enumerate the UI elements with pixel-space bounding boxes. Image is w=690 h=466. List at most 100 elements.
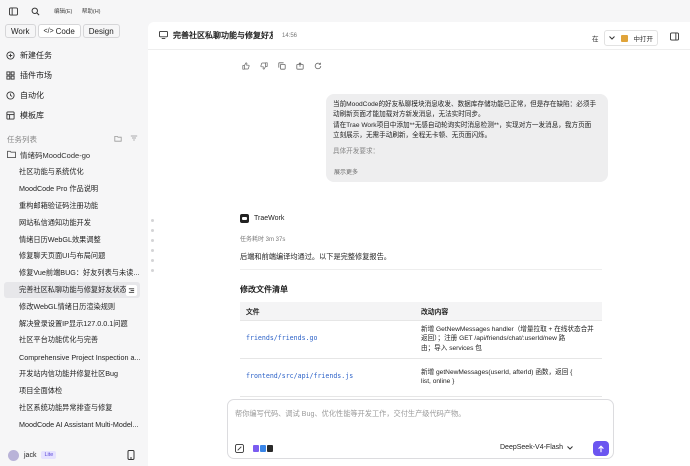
desc-line: 新增 GetNewMessages handler（增量拉取 + 在线状态合并 (421, 325, 594, 333)
attach-icon[interactable] (235, 444, 244, 453)
figma-tool-icon[interactable] (267, 445, 273, 452)
app-icon (620, 34, 628, 42)
share-icon[interactable] (296, 62, 304, 70)
expand-more-link[interactable]: 展示更多 (334, 168, 358, 178)
agent-header: TraeWork (240, 212, 604, 224)
folder-icon (7, 150, 16, 160)
nav-plugin-market[interactable]: 插件市场 (0, 65, 148, 85)
nav-label: 插件市场 (20, 70, 52, 80)
task-label: 网站私信通知功能开发 (19, 217, 91, 227)
image-tool-icon[interactable] (253, 445, 259, 452)
section-heading: 修改文件清单 (240, 285, 288, 294)
filter-icon[interactable] (130, 134, 138, 144)
nav-new-task[interactable]: 新建任务 (0, 45, 148, 65)
clock-icon (6, 90, 15, 100)
task-list-item[interactable]: Comprehensive Project Inspection a... (0, 349, 140, 366)
task-label: Comprehensive Project Inspection a... (19, 352, 140, 362)
user-bar: jack Lite (0, 444, 148, 466)
task-list-item[interactable]: 社区平台功能优化与完善 (0, 332, 140, 349)
task-list-title: 任务列表 (7, 134, 37, 144)
user-message-bubble: 当前MoodCode的好友私聊模块消息收发、数据库存储功能已正常，但是存在缺陷：… (326, 94, 608, 182)
copy-icon[interactable] (278, 62, 286, 70)
open-in-label: 中打开 (633, 36, 654, 43)
elapsed-time[interactable]: 任务耗时 3m 37s (240, 234, 604, 243)
thumbs-down-icon[interactable] (260, 62, 268, 70)
monitor-icon (159, 30, 168, 41)
nav-label: 自动化 (20, 90, 44, 100)
task-label: 重构邮箱验证码注册功能 (19, 200, 99, 210)
file-link[interactable]: friends/friends.go (240, 320, 415, 359)
avatar[interactable] (8, 449, 19, 461)
file-link[interactable]: frontend/src/api/friends.js (240, 358, 415, 397)
task-label: 社区系统功能异常排查与修复 (19, 402, 113, 412)
nav-template-library[interactable]: 模板库 (0, 105, 148, 125)
scroll-dot (151, 269, 154, 272)
chevron-down-icon (608, 35, 615, 42)
task-list-item[interactable]: 完善社区私聊功能与修复好友状态 (4, 281, 140, 299)
send-button[interactable] (593, 441, 609, 456)
mode-label: Work (11, 26, 30, 36)
composer-tool-icons (253, 445, 273, 452)
task-label: 情绪日历WebGL效果调整 (19, 234, 101, 244)
sidebar-nav: 新建任务 插件市场 自动化 模板库 (0, 45, 148, 125)
refresh-icon[interactable] (314, 62, 322, 70)
task-list-header: 任务列表 (0, 131, 148, 147)
task-list-item[interactable]: 项目全面体检 (0, 382, 140, 399)
side-panel-icon[interactable] (670, 32, 679, 41)
model-selector[interactable]: DeepSeek-V4-Flash (500, 444, 573, 451)
mode-label: Code (55, 26, 75, 36)
task-label: 项目全面体检 (19, 385, 63, 395)
task-list-item[interactable]: 修复聊天页面UI与布局问题 (0, 248, 140, 265)
message-line: 当前MoodCode的好友私聊模块消息收发、数据库存储功能已正常，但是存在缺陷：… (333, 101, 597, 108)
message-actions (242, 62, 322, 70)
task-list-item[interactable]: 网站私信通知功能开发 (0, 214, 140, 231)
page-title: 完善社区私聊功能与修复好友... (173, 31, 273, 40)
task-list-item[interactable]: MoodCode Pro 作品说明 (0, 181, 140, 198)
send-icon (598, 444, 604, 452)
new-folder-icon[interactable] (114, 134, 122, 144)
nav-automation[interactable]: 自动化 (0, 85, 148, 105)
task-list-item[interactable]: 修改WebGL情绪日历渲染规则 (0, 298, 140, 315)
task-list-item[interactable]: MoodCode AI Assistant Multi-Model... (0, 416, 140, 433)
task-list-item[interactable]: 解决登录设置IP显示127.0.0.1问题 (0, 315, 140, 332)
task-label: MoodCode Pro 作品说明 (19, 184, 99, 194)
task-list: 社区功能与系统优化 MoodCode Pro 作品说明 重构邮箱验证码注册功能 网站私… (0, 164, 148, 433)
task-list-item[interactable]: 开发站内信功能并修复社区Bug (0, 366, 140, 383)
top-bar: 编辑(E) 帮助(H) (0, 0, 148, 22)
task-list-item[interactable]: 社区系统功能异常排查与修复 (0, 399, 140, 416)
menu-edit[interactable]: 编辑(E) (54, 9, 72, 15)
task-list-item[interactable]: 社区功能与系统优化 (0, 164, 140, 181)
mode-design-tab[interactable]: Design (82, 24, 120, 38)
task-menu-icon[interactable] (126, 284, 137, 296)
cloud-tool-icon[interactable] (260, 445, 266, 452)
task-list-item[interactable]: 重构邮箱验证码注册功能 (0, 198, 140, 215)
mode-work-tab[interactable]: Work (5, 24, 36, 38)
thumbs-up-icon[interactable] (242, 62, 250, 70)
task-label: 解决登录设置IP显示127.0.0.1问题 (19, 318, 128, 328)
message-composer[interactable]: 帮你编写代码、调试 Bug、优化性能等开发工作，交付生产级代码产物。 DeepS… (227, 399, 614, 459)
mobile-icon[interactable] (127, 450, 137, 460)
menu-help[interactable]: 帮助(H) (82, 9, 101, 15)
search-icon[interactable] (30, 6, 40, 16)
panel-toggle-icon[interactable] (8, 6, 18, 16)
table-row: frontend/src/api/friends.js 新增 getNewMes… (240, 358, 602, 397)
task-list-item[interactable]: 修复Vue前端BUG：好友列表与未读... (0, 265, 140, 282)
mode-code-tab[interactable]: </> Code (37, 24, 81, 38)
desc-line: 返回）；注册 GET /api/friends/chat/:userId/new… (421, 335, 566, 343)
response-summary: 后端和前端编译均通过。以下是完整修复报告。 (240, 252, 602, 270)
message-line: 请在Trae Work项目中添加**无感自动轮询实时消息检测**，实现对方一发消… (333, 121, 592, 129)
open-in-button[interactable]: 中打开 (603, 30, 658, 46)
task-label: 修复聊天页面UI与布局问题 (19, 251, 106, 261)
task-list-item[interactable]: 情绪日历WebGL效果调整 (0, 231, 140, 248)
project-folder[interactable]: 情绪码MoodCode-go (0, 147, 148, 163)
scroll-indicator[interactable] (151, 219, 154, 272)
scroll-dot (151, 259, 154, 262)
composer-input[interactable]: 帮你编写代码、调试 Bug、优化性能等开发工作，交付生产级代码产物。 (235, 409, 465, 419)
message-line-faded: 具体开发要求： (333, 147, 380, 155)
column-header: 改动内容 (415, 302, 602, 321)
scroll-dot (151, 239, 154, 242)
template-icon (6, 110, 15, 120)
change-description: 新增 getNewMessages(userId, afterId) 函数，返回… (415, 358, 602, 397)
task-label: 开发站内信功能并修复社区Bug (19, 368, 119, 378)
mode-switcher: Work </> Code Design (5, 24, 148, 38)
